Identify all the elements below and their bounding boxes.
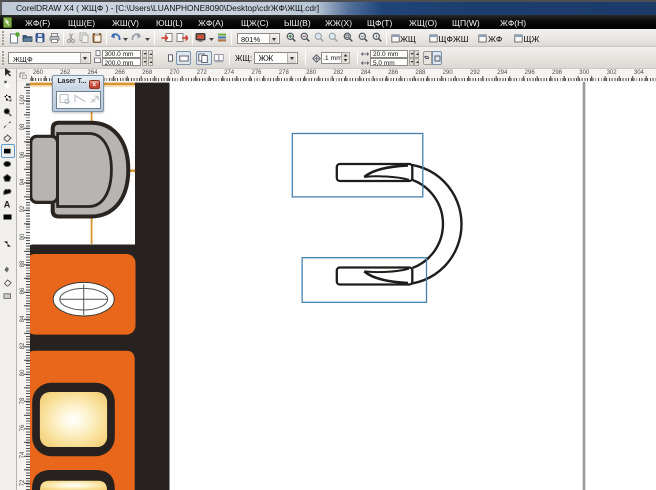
svg-text:A: A: [4, 199, 11, 209]
